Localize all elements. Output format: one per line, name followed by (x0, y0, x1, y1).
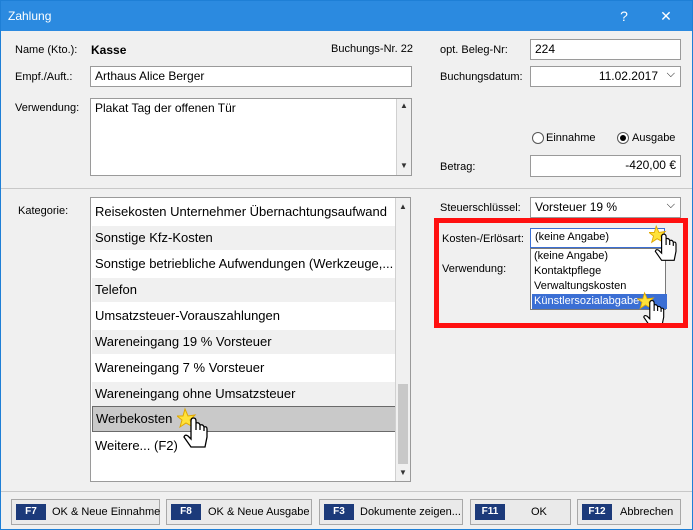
list-item[interactable]: Reisekosten Unternehmer Übernachtungsauf… (92, 200, 395, 224)
payment-dialog: Zahlung ? ✕ Name (Kto.): Kasse Buchungs-… (0, 0, 693, 530)
fkey-badge: F12 (582, 504, 612, 520)
list-item[interactable]: Wareneingang ohne Umsatzsteuer (92, 382, 395, 406)
beleg-label: opt. Beleg-Nr: (440, 44, 508, 56)
dokumente-zeigen-button[interactable]: F3 Dokumente zeigen... (319, 499, 463, 525)
datum-value: 11.02.2017 (598, 69, 658, 83)
kategorie-scrollbar[interactable]: ▲ ▼ (395, 198, 410, 481)
empf-input[interactable]: Arthaus Alice Berger (90, 66, 412, 87)
list-item[interactable]: Weitere... (F2) (92, 434, 395, 458)
button-label: OK & Neue Ausgabe (208, 506, 310, 518)
scroll-up-icon[interactable]: ▲ (399, 202, 407, 211)
kategorie-label: Kategorie: (18, 205, 69, 217)
verwendung-text: Plakat Tag der offenen Tür (95, 101, 236, 115)
list-item[interactable]: Umsatzsteuer-Vorauszahlungen (92, 304, 395, 328)
scroll-down-icon[interactable]: ▼ (400, 161, 408, 170)
footer-divider (1, 491, 692, 492)
abbrechen-button[interactable]: F12 Abbrechen (577, 499, 681, 525)
ok-neue-einnahme-button[interactable]: F7 OK & Neue Einnahme (11, 499, 160, 525)
highlight-frame (434, 218, 688, 328)
button-label: OK (531, 506, 547, 518)
steuer-label: Steuerschlüssel: (440, 202, 521, 214)
beleg-input[interactable]: 224 (530, 39, 681, 60)
title-bar: Zahlung ? ✕ (1, 1, 692, 31)
steuer-value: Vorsteuer 19 % (535, 200, 618, 214)
close-icon[interactable]: ✕ (646, 1, 686, 31)
ok-button[interactable]: F11 OK (470, 499, 571, 525)
ok-neue-ausgabe-button[interactable]: F8 OK & Neue Ausgabe (166, 499, 312, 525)
button-label: OK & Neue Einnahme (52, 506, 161, 518)
scroll-down-icon[interactable]: ▼ (399, 468, 407, 477)
chevron-down-icon[interactable]: ⌵ (667, 199, 675, 212)
list-item-selected[interactable]: Werbekosten (92, 406, 397, 432)
scroll-up-icon[interactable]: ▲ (400, 101, 408, 110)
verwendung-label: Verwendung: (15, 102, 80, 114)
chevron-down-icon[interactable]: ⌵ (667, 68, 675, 81)
kategorie-list[interactable]: Reisekosten Unternehmer Übernachtungsauf… (90, 197, 411, 482)
list-item[interactable]: Sonstige betriebliche Aufwendungen (Werk… (92, 252, 395, 276)
list-item[interactable]: Wareneingang 19 % Vorsteuer (92, 330, 395, 354)
fkey-badge: F7 (16, 504, 46, 520)
betrag-input[interactable]: -420,00 € (530, 155, 681, 177)
button-label: Abbrechen (620, 506, 674, 518)
buchungs-nr: Buchungs-Nr. 22 (331, 43, 413, 55)
radio-einnahme-label: Einnahme (546, 132, 596, 144)
hand-cursor-icon (175, 407, 217, 453)
name-value: Kasse (91, 43, 127, 57)
scroll-thumb[interactable] (398, 384, 408, 464)
datum-label: Buchungsdatum: (440, 71, 523, 83)
radio-einnahme[interactable] (532, 132, 544, 144)
window-title: Zahlung (8, 9, 52, 23)
betrag-label: Betrag: (440, 161, 476, 173)
list-item[interactable]: Wareneingang 7 % Vorsteuer (92, 356, 395, 380)
radio-ausgabe[interactable] (617, 132, 629, 144)
radio-ausgabe-label: Ausgabe (632, 132, 676, 144)
fkey-badge: F8 (171, 504, 201, 520)
datum-picker[interactable]: 11.02.2017 ⌵ (530, 66, 681, 87)
fkey-badge: F3 (324, 504, 354, 520)
empf-label: Empf./Auft.: (15, 71, 73, 83)
fkey-badge: F11 (475, 504, 505, 520)
name-label: Name (Kto.): (15, 44, 78, 56)
verwendung-scrollbar[interactable]: ▲ ▼ (396, 99, 411, 175)
list-item[interactable]: Sonstige Kfz-Kosten (92, 226, 395, 250)
steuer-select[interactable]: Vorsteuer 19 % ⌵ (530, 197, 681, 218)
help-icon[interactable]: ? (604, 1, 644, 31)
verwendung-textarea[interactable]: Plakat Tag der offenen Tür (90, 98, 412, 176)
divider (1, 188, 692, 189)
list-item[interactable]: Telefon (92, 278, 395, 302)
button-label: Dokumente zeigen... (360, 506, 461, 518)
